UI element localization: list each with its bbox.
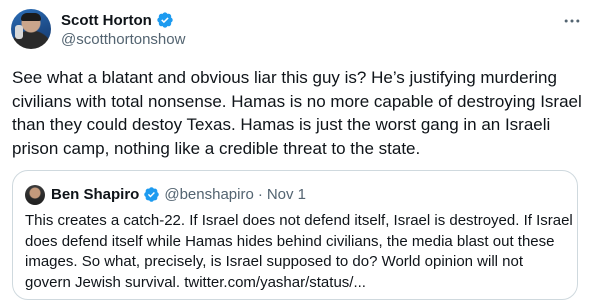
quoted-tweet-text: This creates a catch-22. If Israel does … bbox=[25, 212, 573, 291]
author-name-row: Scott Horton bbox=[61, 10, 174, 30]
avatar-microphone bbox=[15, 25, 23, 39]
more-options-button[interactable] bbox=[560, 9, 584, 33]
tweet-text: See what a blatant and obvious liar this… bbox=[12, 68, 582, 158]
author-avatar[interactable] bbox=[11, 9, 51, 49]
author-handle[interactable]: @scotthortonshow bbox=[61, 31, 185, 48]
quoted-author-name: Ben Shapiro bbox=[51, 185, 140, 203]
quoted-tweet[interactable]: Ben Shapiro @benshapiro · Nov 1 This cre… bbox=[12, 170, 578, 300]
tweet: Scott Horton @scotthortonshow See what a… bbox=[0, 0, 596, 308]
verified-badge-icon bbox=[157, 12, 173, 28]
quoted-tweet-header: Ben Shapiro @benshapiro · Nov 1 bbox=[51, 184, 306, 204]
quoted-author-handle: @benshapiro bbox=[164, 185, 254, 203]
quoted-author-avatar bbox=[25, 185, 45, 205]
author-display-name[interactable]: Scott Horton bbox=[61, 12, 152, 29]
quoted-tweet-date: Nov 1 bbox=[266, 185, 306, 203]
more-horizontal-icon bbox=[564, 19, 580, 23]
separator-dot: · bbox=[257, 185, 263, 203]
verified-badge-icon bbox=[144, 186, 160, 202]
avatar-hat bbox=[21, 13, 41, 21]
